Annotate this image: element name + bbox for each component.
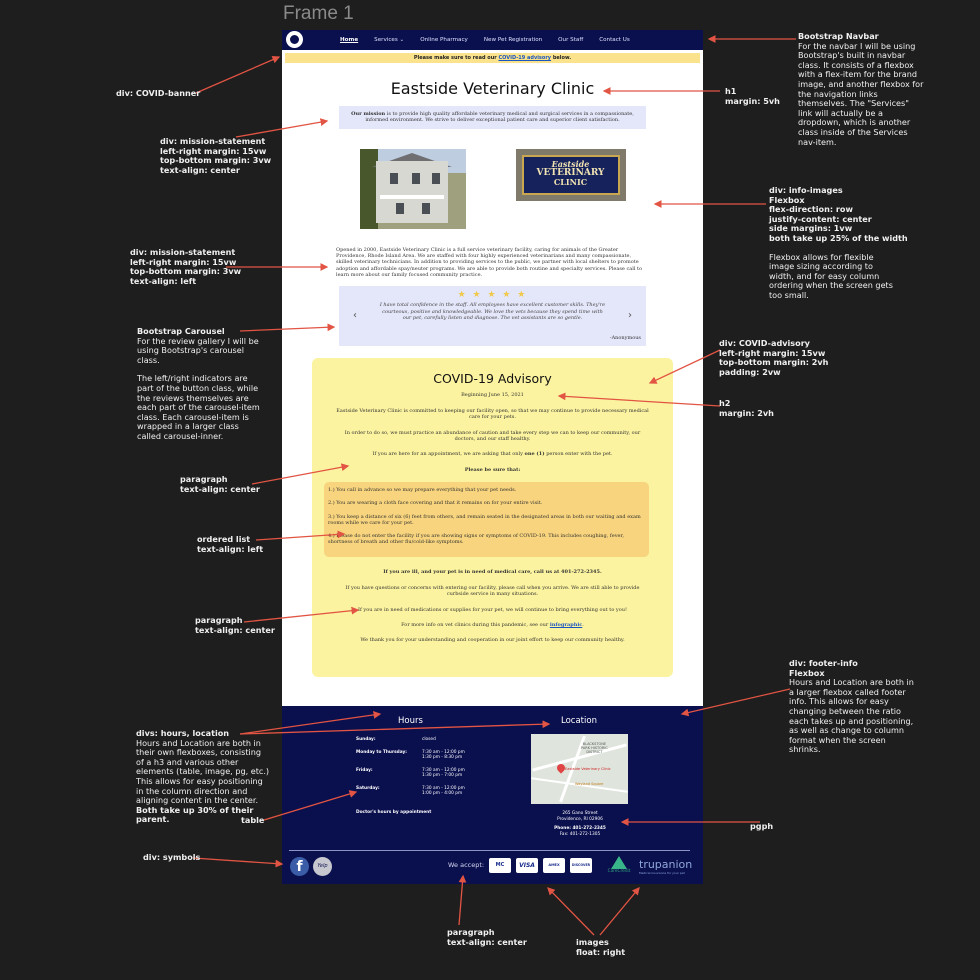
annotation-paragraph-2: paragraph text-align: center xyxy=(195,615,275,635)
annotation-covid-banner: div: COVID-banner xyxy=(116,88,201,98)
annotation-paragraph-1: paragraph text-align: center xyxy=(180,474,260,494)
annotation-h2: h2 margin: 2vh xyxy=(719,398,774,418)
annotation-symbols: div: symbols xyxy=(143,852,201,862)
annotation-carousel: Bootstrap Carousel For the review gallery… xyxy=(137,326,260,441)
annotation-hours-location: divs: hours, location Hours and Location … xyxy=(136,728,270,825)
annotation-info-images: div: info-images Flexbox flex-direction: r… xyxy=(769,185,908,300)
annotation-h1: h1 margin: 5vh xyxy=(725,86,780,106)
annotation-paragraph-bottom: paragraph text-align: center xyxy=(447,927,527,947)
annotation-table: table xyxy=(241,815,265,825)
annotation-pgph: pgph xyxy=(750,821,774,831)
annotation-mission-left: div: mission-statement left-right margin:… xyxy=(130,247,242,286)
annotation-mission-center: div: mission-statement left-right margin:… xyxy=(160,136,272,175)
annotation-ordered-list: ordered list text-align: left xyxy=(197,534,264,554)
annotation-images-float: images float: right xyxy=(576,937,626,957)
annotation-navbar: Bootstrap Navbar For the navbar I will b… xyxy=(798,31,924,147)
annotation-covid-advisory: div: COVID-advisory left-right margin: 15… xyxy=(719,338,829,377)
annotation-footer-info: div: footer-info Flexbox Hours and Locatio… xyxy=(789,658,914,755)
